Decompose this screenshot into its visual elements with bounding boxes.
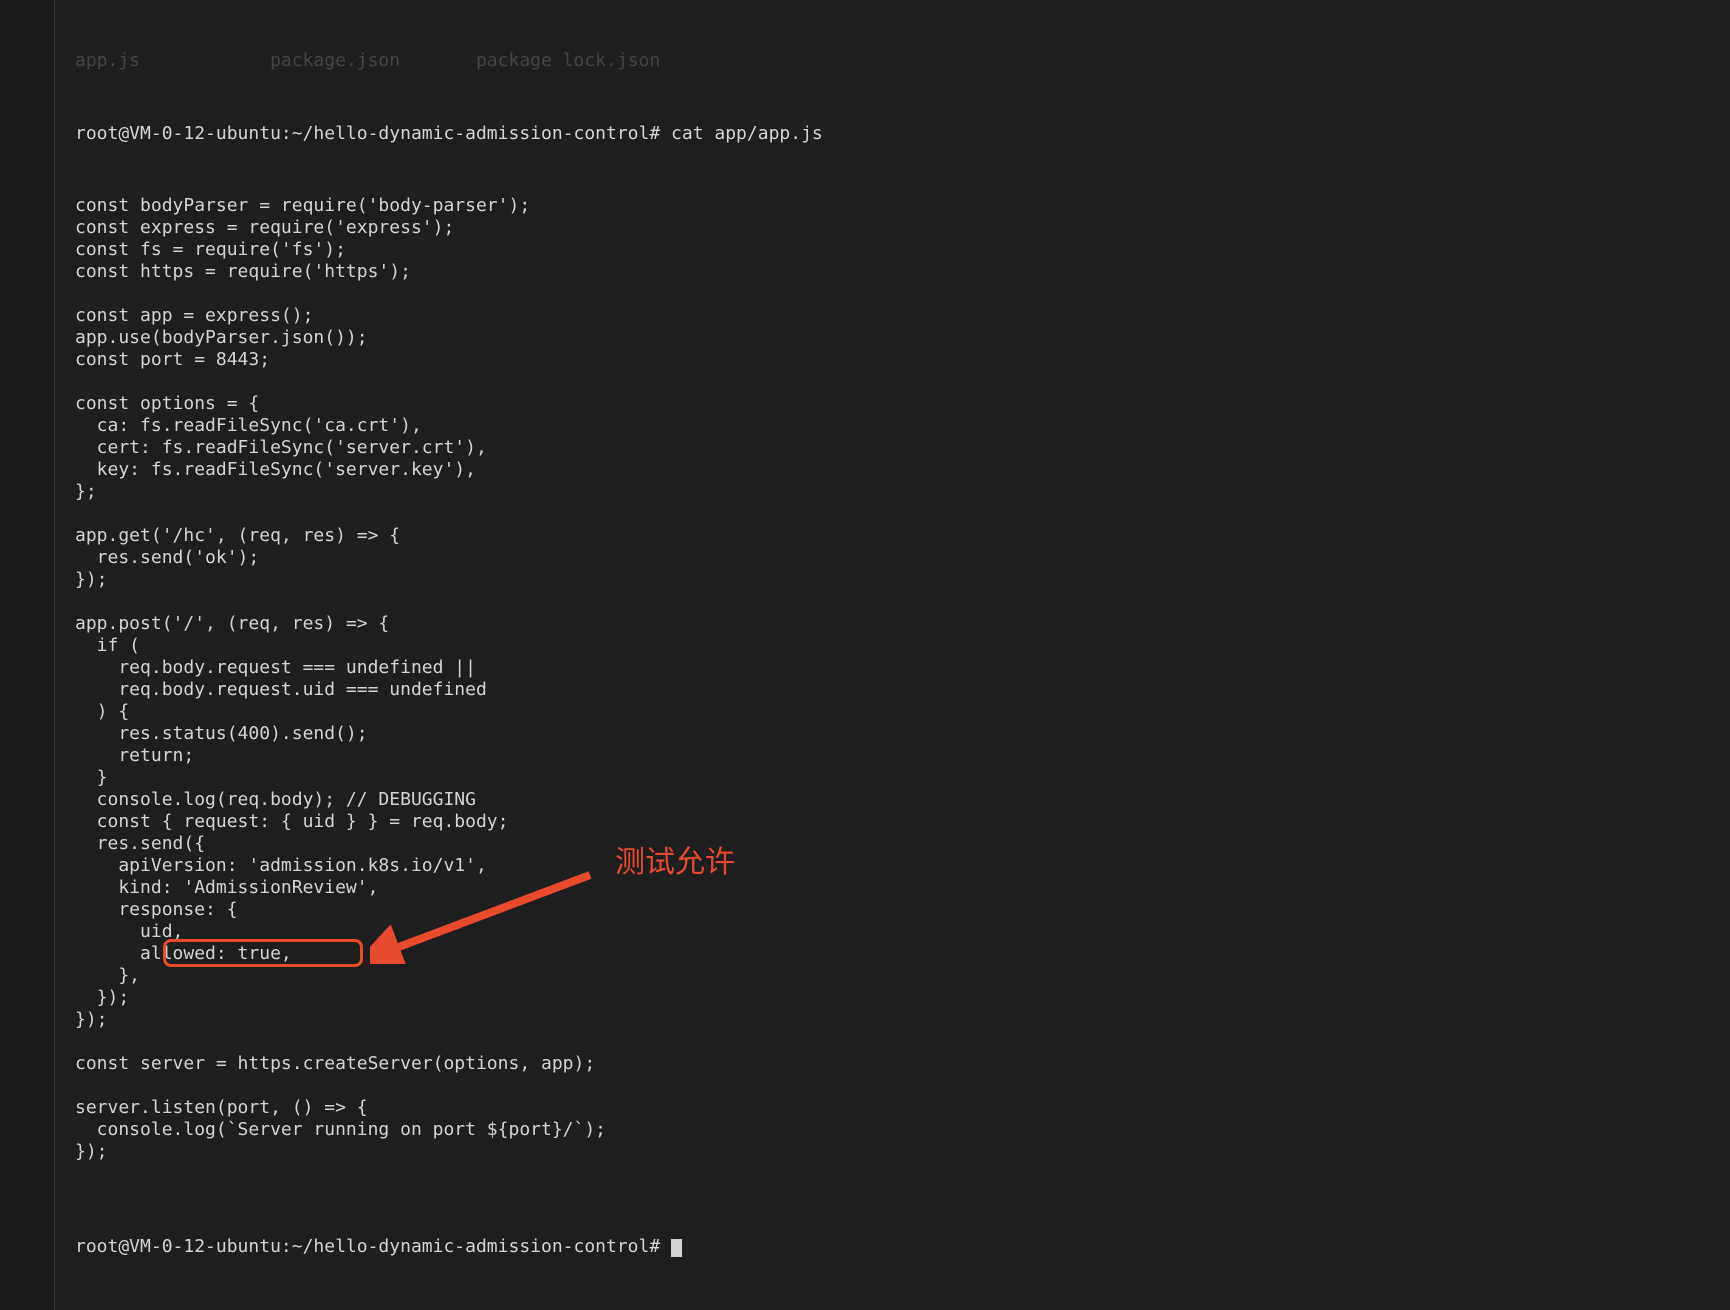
code-line: const express = require('express'); bbox=[75, 217, 1710, 239]
code-line: const https = require('https'); bbox=[75, 261, 1710, 283]
code-line: } bbox=[75, 767, 1710, 789]
code-line: response: { bbox=[75, 899, 1710, 921]
code-line: if ( bbox=[75, 635, 1710, 657]
code-line: const options = { bbox=[75, 393, 1710, 415]
code-line: res.status(400).send(); bbox=[75, 723, 1710, 745]
code-line: key: fs.readFileSync('server.key'), bbox=[75, 459, 1710, 481]
code-line: ) { bbox=[75, 701, 1710, 723]
code-line bbox=[75, 1031, 1710, 1053]
code-line: return; bbox=[75, 745, 1710, 767]
code-line: res.send('ok'); bbox=[75, 547, 1710, 569]
code-line: const fs = require('fs'); bbox=[75, 239, 1710, 261]
code-line: const port = 8443; bbox=[75, 349, 1710, 371]
code-line: ca: fs.readFileSync('ca.crt'), bbox=[75, 415, 1710, 437]
code-line: app.post('/', (req, res) => { bbox=[75, 613, 1710, 635]
code-line: req.body.request === undefined || bbox=[75, 657, 1710, 679]
shell-prompt-line: root@VM-0-12-ubuntu:~/hello-dynamic-admi… bbox=[75, 123, 1710, 145]
code-line bbox=[75, 503, 1710, 525]
code-line: app.use(bodyParser.json()); bbox=[75, 327, 1710, 349]
code-line bbox=[75, 591, 1710, 613]
cursor-icon bbox=[671, 1239, 682, 1257]
code-line: }; bbox=[75, 481, 1710, 503]
code-line: res.send({ bbox=[75, 833, 1710, 855]
terminal-gutter bbox=[0, 0, 55, 1310]
terminal-content[interactable]: app.js package.json package lock.json ro… bbox=[55, 0, 1730, 1310]
code-line: const server = https.createServer(option… bbox=[75, 1053, 1710, 1075]
shell-prompt-line-2: root@VM-0-12-ubuntu:~/hello-dynamic-admi… bbox=[75, 1236, 1710, 1258]
code-line: const { request: { uid } } = req.body; bbox=[75, 811, 1710, 833]
partial-output-line: app.js package.json package lock.json bbox=[75, 50, 1710, 72]
code-line bbox=[75, 283, 1710, 305]
code-line: cert: fs.readFileSync('server.crt'), bbox=[75, 437, 1710, 459]
code-line bbox=[75, 1075, 1710, 1097]
code-line: }); bbox=[75, 1009, 1710, 1031]
code-line bbox=[75, 1163, 1710, 1185]
code-line: }, bbox=[75, 965, 1710, 987]
code-line: req.body.request.uid === undefined bbox=[75, 679, 1710, 701]
code-line: const bodyParser = require('body-parser'… bbox=[75, 195, 1710, 217]
code-line bbox=[75, 371, 1710, 393]
code-line: kind: 'AdmissionReview', bbox=[75, 877, 1710, 899]
code-line: const app = express(); bbox=[75, 305, 1710, 327]
terminal-window: app.js package.json package lock.json ro… bbox=[0, 0, 1730, 1310]
code-output: const bodyParser = require('body-parser'… bbox=[75, 195, 1710, 1185]
code-line: console.log(req.body); // DEBUGGING bbox=[75, 789, 1710, 811]
code-line: uid, bbox=[75, 921, 1710, 943]
code-line: apiVersion: 'admission.k8s.io/v1', bbox=[75, 855, 1710, 877]
code-line: app.get('/hc', (req, res) => { bbox=[75, 525, 1710, 547]
code-line: console.log(`Server running on port ${po… bbox=[75, 1119, 1710, 1141]
code-line: server.listen(port, () => { bbox=[75, 1097, 1710, 1119]
code-line: allowed: true, bbox=[75, 943, 1710, 965]
code-line: }); bbox=[75, 987, 1710, 1009]
code-line: }); bbox=[75, 1141, 1710, 1163]
code-line: }); bbox=[75, 569, 1710, 591]
